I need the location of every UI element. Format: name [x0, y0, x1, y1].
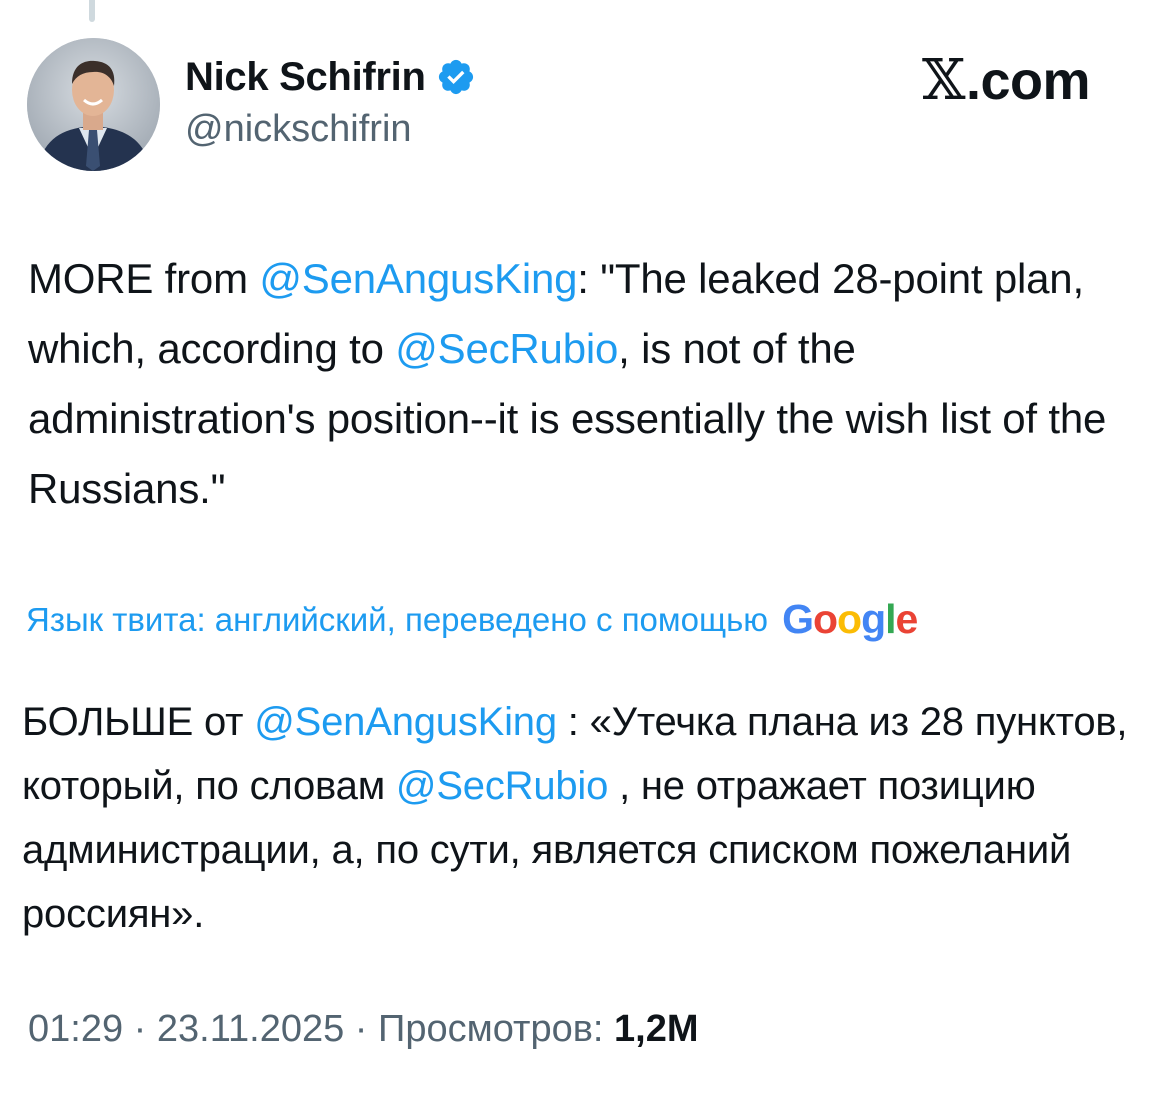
tweet-meta: 01:29 · 23.11.2025 · Просмотров: 1,2M [28, 1008, 699, 1051]
translated-tweet-text: БОЛЬШЕ от @SenAngusKing : «Утечка плана … [22, 690, 1142, 946]
translated-text-segment: БОЛЬШЕ от [22, 700, 255, 744]
views-count[interactable]: 1,2M [614, 1008, 698, 1050]
translation-attribution[interactable]: Язык твита: английский, переведено с пом… [26, 596, 918, 643]
thread-connector-line [89, 0, 95, 22]
author-handle[interactable]: @nickschifrin [185, 108, 412, 151]
translation-label[interactable]: Язык твита: английский, переведено с пом… [26, 601, 768, 639]
avatar-photo [27, 38, 160, 171]
mention-link-secrubio[interactable]: @SecRubio [396, 764, 608, 808]
views-label: Просмотров: [378, 1008, 604, 1050]
author-name-row: Nick Schifrin [185, 52, 476, 102]
mention-link-senangusking[interactable]: @SenAngusKing [259, 255, 577, 302]
verified-badge-icon[interactable] [436, 57, 476, 97]
avatar[interactable] [27, 38, 160, 171]
x-logo-icon: 𝕏 [922, 48, 965, 113]
meta-separator: · [344, 1008, 379, 1050]
tweet-text: MORE from @SenAngusKing: "The leaked 28-… [28, 244, 1138, 524]
mention-link-secrubio[interactable]: @SecRubio [395, 325, 618, 372]
mention-link-senangusking[interactable]: @SenAngusKing [254, 700, 557, 744]
tweet-time[interactable]: 01:29 [28, 1008, 123, 1050]
author-name[interactable]: Nick Schifrin [185, 55, 426, 100]
meta-separator: · [123, 1008, 157, 1050]
x-com-watermark: 𝕏 .com [922, 48, 1091, 113]
google-logo-icon: Google [782, 596, 918, 642]
tweet-date[interactable]: 23.11.2025 [157, 1008, 344, 1050]
tweet-text-segment: MORE from [28, 255, 260, 302]
watermark-domain: .com [965, 50, 1091, 111]
